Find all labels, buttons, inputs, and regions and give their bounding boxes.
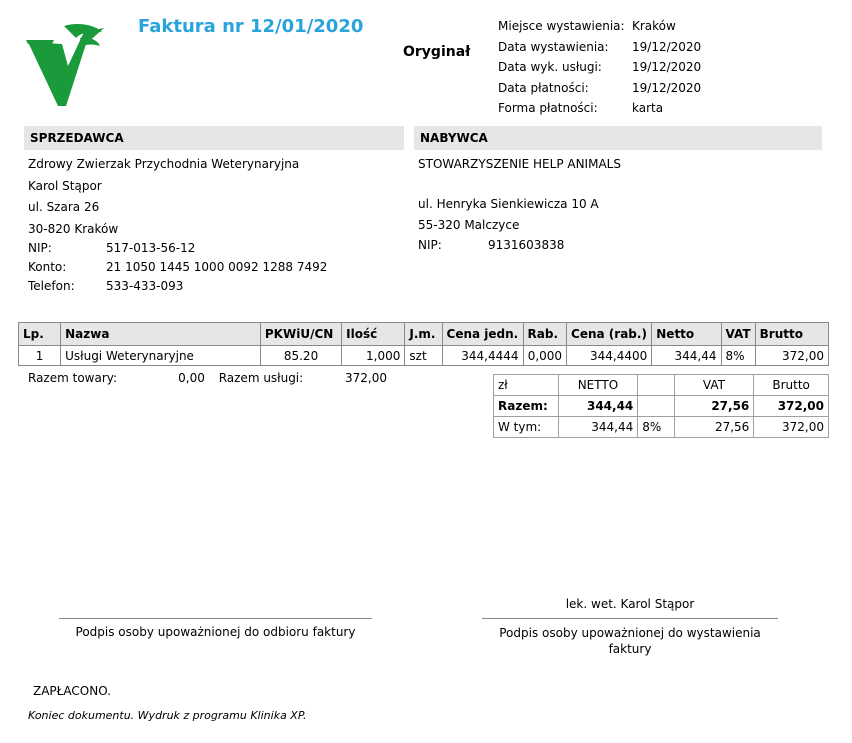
meta-payment-method: Forma płatności: karta <box>498 101 664 115</box>
col-vat: VAT <box>720 322 756 346</box>
meta-payment-date: Data płatności: 19/12/2020 <box>498 80 702 95</box>
buyer-street: ul. Henryka Sienkiewicza 10 A <box>418 197 599 211</box>
summary-total-vat: 27,56 <box>673 395 755 417</box>
buyer-block: NABYWCA STOWARZYSZENIE HELP ANIMALS ul. … <box>414 126 822 255</box>
col-net: Netto <box>651 322 722 346</box>
seller-nip: NIP: 517-013-56-12 <box>28 241 196 255</box>
cell-vat: 8% <box>720 345 756 366</box>
col-discount-price: Cena (rab.) <box>566 322 653 346</box>
cell-unit: szt <box>404 345 443 366</box>
paid-status: ZAPŁACONO. <box>33 684 111 698</box>
seller-street: ul. Szara 26 <box>28 200 100 214</box>
summary-total-gross: 372,00 <box>753 395 829 417</box>
cell-qty: 1,000 <box>341 345 406 366</box>
summary-row-gross: 372,00 <box>753 416 829 438</box>
goods-total-value: 0,00 <box>178 371 205 385</box>
summary-row-net: 344,44 <box>557 416 639 438</box>
col-gross: Brutto <box>754 322 830 346</box>
seller-account: Konto: 21 1050 1445 1000 0092 1288 7492 <box>28 259 328 274</box>
meta-issue-date: Data wystawienia: 19/12/2020 <box>498 39 702 54</box>
items-header-row: Lp. Nazwa PKWiU/CN Ilość J.m. Cena jedn.… <box>17 322 830 346</box>
col-pkwiu: PKWiU/CN <box>259 322 343 346</box>
summary-head-gross: Brutto <box>753 374 829 396</box>
seller-person: Karol Stąpor <box>28 178 102 193</box>
summary-row-vat: 27,56 <box>673 416 755 438</box>
invoice-title: Faktura nr 12/01/2020 <box>138 16 364 37</box>
seller-city: 30-820 Kraków <box>28 221 119 236</box>
summary-total-rate <box>637 395 675 417</box>
meta-service-date: Data wyk. usługi: 19/12/2020 <box>498 60 702 74</box>
col-name: Nazwa <box>60 322 261 346</box>
items-table: Lp. Nazwa PKWiU/CN Ilość J.m. Cena jedn.… <box>17 322 830 366</box>
summary-head-net: NETTO <box>557 374 639 396</box>
seller-heading: SPRZEDAWCA <box>24 126 404 150</box>
buyer-city: 55-320 Malczyce <box>418 218 520 232</box>
col-unit: J.m. <box>404 322 443 346</box>
cell-lp: 1 <box>17 345 62 366</box>
services-total-label: Razem usługi: <box>218 371 304 385</box>
issuer-name: lek. wet. Karol Stąpor <box>565 597 695 611</box>
receiver-signature-caption: Podpis osoby upoważnionej do odbioru fak… <box>75 625 356 639</box>
receiver-signature-line <box>59 618 372 619</box>
summary-total-net: 344,44 <box>557 395 639 417</box>
original-label: Oryginał <box>403 44 471 60</box>
cell-pkwiu: 85.20 <box>259 345 343 366</box>
goods-total-label: Razem towary: <box>28 371 118 385</box>
cell-unit-price: 344,4444 <box>441 345 524 366</box>
col-discount: Rab. <box>522 322 568 346</box>
summary-total-row: Razem: 344,44 27,56 372,00 <box>493 395 829 417</box>
seller-phone: Telefon: 533-433-093 <box>28 279 184 293</box>
table-row: W tym: 344,44 8% 27,56 372,00 <box>493 416 829 438</box>
cell-net: 344,44 <box>651 345 722 366</box>
buyer-heading: NABYWCA <box>414 126 822 150</box>
end-of-document: Koniec dokumentu. Wydruk z programu Klin… <box>28 709 307 722</box>
summary-currency: zł <box>493 374 559 396</box>
cell-discount-price: 344,4400 <box>566 345 653 366</box>
buyer-name: STOWARZYSZENIE HELP ANIMALS <box>418 157 621 171</box>
summary-total-label: Razem: <box>493 395 559 417</box>
issuer-signature-caption: Podpis osoby upoważnionej do wystawienia… <box>499 626 761 656</box>
meta-place: Miejsce wystawienia: Kraków <box>498 19 676 33</box>
vat-summary-table: zł NETTO VAT Brutto Razem: 344,44 27,56 … <box>493 374 829 438</box>
summary-row-label: W tym: <box>493 416 559 438</box>
seller-name: Zdrowy Zwierzak Przychodnia Weterynaryjn… <box>28 157 300 171</box>
cell-discount: 0,000 <box>522 345 568 366</box>
summary-head-rate <box>637 374 675 396</box>
table-row: 1 Usługi Weterynaryjne 85.20 1,000 szt 3… <box>17 345 830 366</box>
clinic-logo-icon <box>26 24 104 106</box>
col-lp: Lp. <box>17 322 62 346</box>
services-total-value: 372,00 <box>345 371 388 385</box>
summary-header-row: zł NETTO VAT Brutto <box>493 374 829 396</box>
invoice-meta: Miejsce wystawienia: Kraków Data wystawie… <box>498 16 701 119</box>
seller-block: SPRZEDAWCA Zdrowy Zwierzak Przychodnia W… <box>24 126 404 295</box>
summary-row-rate: 8% <box>637 416 675 438</box>
buyer-nip: NIP: 9131603838 <box>418 238 565 252</box>
col-unit-price: Cena jedn. <box>441 322 524 346</box>
issuer-signature-line <box>482 618 778 619</box>
col-qty: Ilość <box>341 322 406 346</box>
totals-line: Razem towary: 0,00 Razem usługi: 372,00 <box>28 371 387 385</box>
cell-gross: 372,00 <box>754 345 830 366</box>
summary-head-vat: VAT <box>673 374 755 396</box>
cell-name: Usługi Weterynaryjne <box>60 345 261 366</box>
